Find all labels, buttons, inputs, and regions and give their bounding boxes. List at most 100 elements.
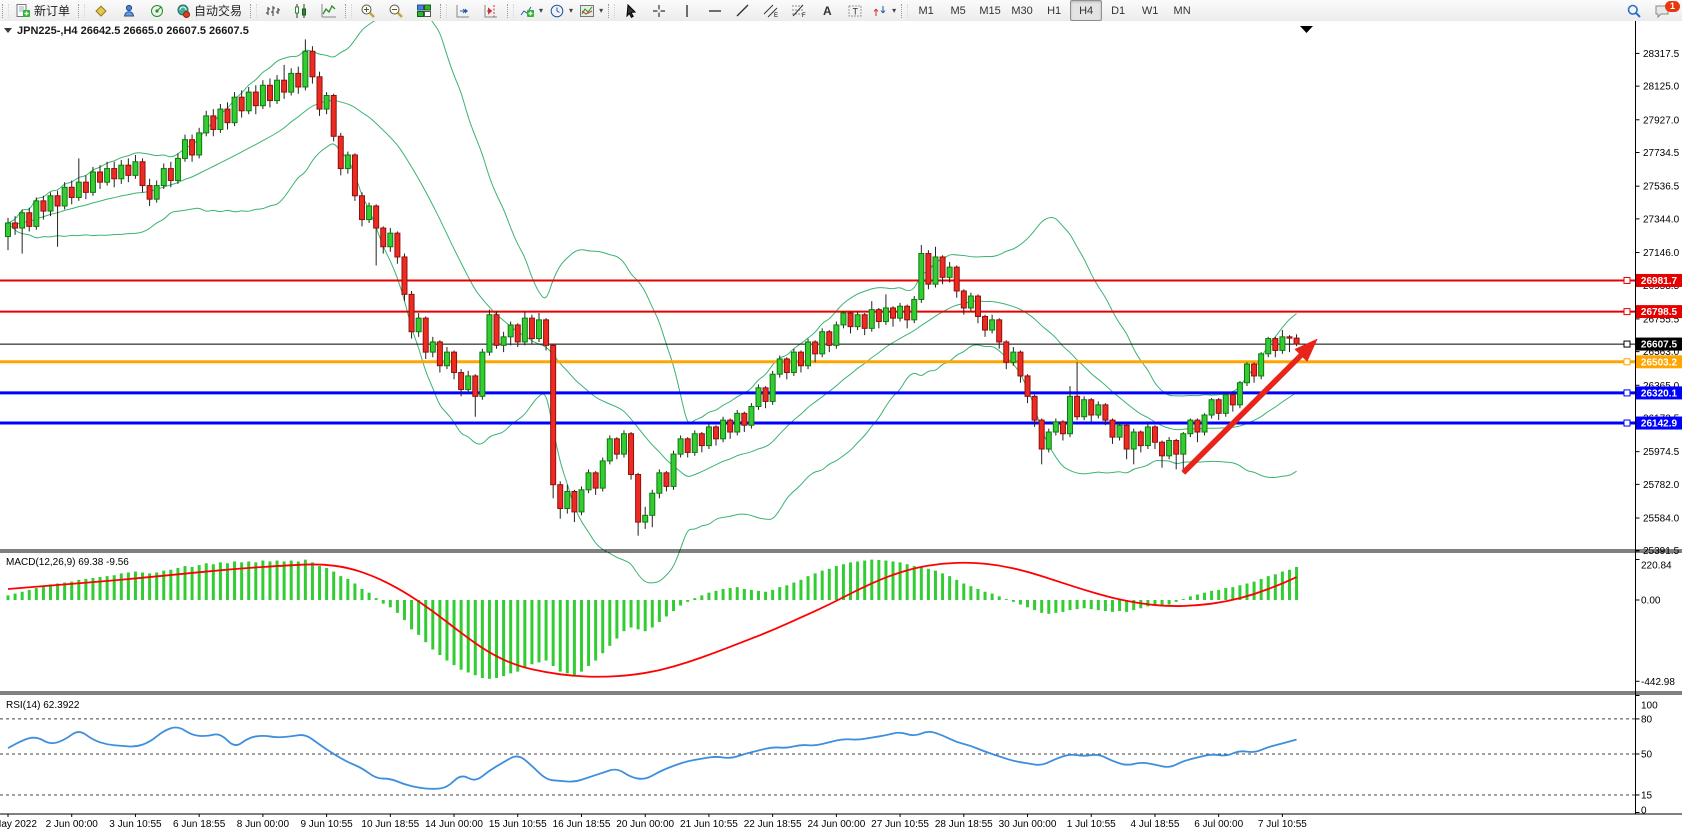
candle — [1039, 418, 1044, 464]
label-button[interactable]: T — [841, 0, 869, 21]
channel-button[interactable]: E — [757, 0, 785, 21]
candle — [905, 305, 910, 329]
time-axis-label: 3 Jun 10:55 — [109, 819, 162, 830]
crosshair-icon — [651, 3, 667, 19]
timeframe-button-mn[interactable]: MN — [1166, 0, 1198, 21]
auto-scroll-button[interactable] — [449, 0, 477, 21]
toolbar-group-handle — [2, 4, 9, 18]
tile-icon — [416, 3, 432, 19]
candle — [742, 412, 747, 432]
candlestick-chart[interactable]: JPN225-,H4 26642.5 26665.0 26607.5 26607… — [0, 21, 1682, 830]
timeframe-button-d1[interactable]: D1 — [1102, 0, 1134, 21]
level-anchor[interactable] — [1624, 277, 1630, 283]
level-price-label: 26503.2 — [1636, 355, 1682, 368]
candle — [508, 322, 513, 346]
toolbar-group: 自动交易 — [76, 0, 248, 21]
trendline-icon — [735, 3, 751, 19]
search-icon — [1626, 3, 1642, 19]
level-anchor[interactable] — [1624, 420, 1630, 426]
toolbar-group: E F A T ▾ — [606, 0, 899, 21]
level-anchor[interactable] — [1624, 390, 1630, 396]
tile-windows-button[interactable] — [410, 0, 438, 21]
horizontal-line-button[interactable] — [701, 0, 729, 21]
crosshair-button[interactable] — [645, 0, 673, 21]
time-axis-label: 28 Jun 18:55 — [935, 819, 993, 830]
auto-trading-button[interactable]: 自动交易 — [171, 0, 248, 21]
time-axis-label: 8 Jun 00:00 — [237, 819, 290, 830]
candle — [112, 162, 117, 187]
time-axis-label: 6 Jun 18:55 — [173, 819, 226, 830]
candle — [204, 111, 209, 136]
candle — [791, 349, 796, 376]
candle — [706, 424, 711, 449]
candle-chart-button[interactable] — [287, 0, 315, 21]
toolbar: 新订单自动交易▾▾▾EFAT▾M1M5M15M30H1H4D1W1MN1 — [0, 0, 1682, 22]
timeframe-button-m30[interactable]: M30 — [1006, 0, 1038, 21]
candle — [721, 417, 726, 442]
arrows-icon — [872, 3, 888, 19]
candle — [1138, 430, 1143, 452]
timeframe-button-h4[interactable]: H4 — [1070, 0, 1102, 21]
candle — [466, 371, 471, 393]
candle — [494, 311, 499, 348]
chart-shift-marker[interactable] — [1300, 26, 1313, 33]
template-button[interactable]: ▾ — [576, 0, 606, 21]
candle — [126, 158, 131, 182]
arrows-button[interactable]: ▾ — [869, 0, 899, 21]
level-price-label: 26607.5 — [1636, 338, 1682, 351]
yellow-diamond-icon — [93, 3, 109, 19]
trend-arrow[interactable] — [1183, 339, 1318, 473]
zoom-in-button[interactable] — [354, 0, 382, 21]
candle — [522, 311, 527, 345]
data-window-button[interactable] — [115, 0, 143, 21]
candle — [395, 231, 400, 263]
rsi-axis-label: 0 — [1641, 806, 1647, 817]
level-anchor[interactable] — [1624, 309, 1630, 315]
trendline-button[interactable] — [729, 0, 757, 21]
svg-text:E: E — [774, 13, 778, 19]
new-order-button[interactable]: 新订单 — [11, 0, 76, 21]
chart-shift-button[interactable] — [477, 0, 505, 21]
price-tick-label: 27536.5 — [1643, 182, 1680, 193]
rsi-line — [8, 727, 1297, 788]
level-anchor[interactable] — [1624, 359, 1630, 365]
svg-text:26981.7: 26981.7 — [1641, 276, 1678, 287]
fibonacci-button[interactable]: F — [785, 0, 813, 21]
price-tick-label: 25391.5 — [1643, 546, 1680, 557]
time-axis-label: 14 Jun 00:00 — [425, 819, 483, 830]
cursor-button[interactable] — [617, 0, 645, 21]
svg-text:T: T — [853, 6, 859, 16]
price-tick-label: 27344.0 — [1643, 214, 1680, 225]
candle — [267, 78, 272, 107]
candle — [551, 344, 556, 499]
strategy-tester-button[interactable] — [143, 0, 171, 21]
timeframe-button-h1[interactable]: H1 — [1038, 0, 1070, 21]
notifications-button[interactable]: 1 — [1648, 0, 1676, 21]
text-button[interactable]: A — [813, 0, 841, 21]
timeframe-button-w1[interactable]: W1 — [1134, 0, 1166, 21]
indicators-button[interactable]: ▾ — [516, 0, 546, 21]
timeframe-button-m15[interactable]: M15 — [974, 0, 1006, 21]
periods-button[interactable]: ▾ — [546, 0, 576, 21]
line-chart-button[interactable] — [315, 0, 343, 21]
candle — [246, 87, 251, 114]
candle — [1294, 334, 1299, 346]
bar-chart-button[interactable] — [259, 0, 287, 21]
chart-window[interactable]: JPN225-,H4 26642.5 26665.0 26607.5 26607… — [0, 21, 1682, 830]
svg-text:F: F — [802, 13, 806, 19]
candle — [600, 458, 605, 492]
candle — [1060, 420, 1065, 440]
search-button[interactable] — [1620, 0, 1648, 21]
candle — [820, 328, 825, 357]
price-tick-label: 25584.0 — [1643, 514, 1680, 525]
zoom-out-button[interactable] — [382, 0, 410, 21]
candle — [806, 339, 811, 370]
toolbar-group-handle — [78, 4, 85, 18]
zoom-in-icon — [360, 3, 376, 19]
one-click-trading-arrow[interactable] — [4, 28, 12, 33]
market-watch-button[interactable] — [87, 0, 115, 21]
vertical-line-button[interactable] — [673, 0, 701, 21]
timeframe-button-m1[interactable]: M1 — [910, 0, 942, 21]
timeframe-button-m5[interactable]: M5 — [942, 0, 974, 21]
level-anchor[interactable] — [1624, 341, 1630, 347]
